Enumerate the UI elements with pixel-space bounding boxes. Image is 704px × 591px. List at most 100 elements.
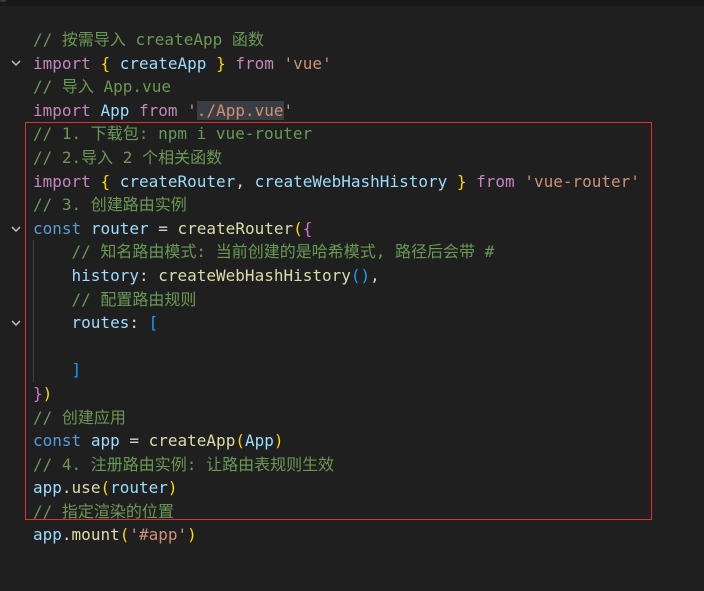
code-token: mount <box>71 525 120 545</box>
code-token: : <box>129 313 149 333</box>
code-line[interactable]: }) <box>0 382 704 406</box>
code-token: ] <box>71 360 82 380</box>
code-token: { <box>302 218 313 238</box>
code-text: // 创建应用 <box>33 406 126 430</box>
code-token: ' <box>187 100 197 120</box>
code-line[interactable]: // 按需导入 createApp 函数 <box>0 28 704 52</box>
code-token: // 2.导入 2 个相关函数 <box>33 147 223 167</box>
code-token: router <box>90 218 149 238</box>
code-token: () <box>350 265 371 285</box>
code-token: // 配置路由规则 <box>71 289 197 309</box>
code-token: // 导入 App.vue <box>33 77 171 97</box>
code-token: { <box>100 53 111 73</box>
code-token: ( <box>119 525 130 545</box>
code-text: import { createApp } from 'vue' <box>33 52 332 76</box>
code-line[interactable]: // 指定渲染的位置 <box>0 500 704 524</box>
code-line[interactable]: // 4. 注册路由实例: 让路由表规则生效 <box>0 453 704 477</box>
editor-top-bar <box>0 0 704 6</box>
code-text: import { createRouter, createWebHashHist… <box>33 170 640 194</box>
code-token: // 按需导入 createApp 函数 <box>33 30 264 49</box>
code-token: from <box>138 100 178 120</box>
code-line[interactable]: // 3. 创建路由实例 <box>0 193 704 217</box>
code-line[interactable]: import { createApp } from 'vue' <box>0 52 704 76</box>
code-line[interactable]: import { createRouter, createWebHashHist… <box>0 170 704 194</box>
code-line[interactable] <box>0 335 704 359</box>
code-token: 'vue' <box>283 53 332 73</box>
code-editor[interactable]: // 按需导入 createApp 函数 import { createApp }… <box>0 28 704 547</box>
code-token: from <box>476 171 515 191</box>
code-token: App <box>100 100 130 120</box>
code-line[interactable]: // 知名路由模式: 当前创建的是哈希模式, 路径后会带 # <box>0 240 704 264</box>
code-token: // 创建应用 <box>33 407 126 427</box>
code-token: '#app' <box>129 525 188 545</box>
code-token: ) <box>273 431 284 451</box>
code-token: history <box>71 265 139 285</box>
code-line[interactable]: const router = createRouter({ <box>0 217 704 241</box>
code-token: . <box>61 478 72 498</box>
code-text: // 按需导入 createApp 函数 <box>33 28 264 52</box>
code-token: } <box>456 171 467 191</box>
code-line[interactable]: ] <box>0 358 704 382</box>
code-line[interactable]: routes: [ <box>0 311 704 335</box>
code-line[interactable]: // 1. 下载包: npm i vue-router <box>0 122 704 146</box>
code-token: // 3. 创建路由实例 <box>33 195 187 215</box>
code-token: ) <box>42 383 53 403</box>
code-text: // 知名路由模式: 当前创建的是哈希模式, 路径后会带 # <box>33 240 495 264</box>
code-line[interactable]: // 2.导入 2 个相关函数 <box>0 146 704 170</box>
code-token: use <box>71 478 101 498</box>
code-token: ./App.vue <box>196 100 284 120</box>
code-line[interactable]: history: createWebHashHistory(), <box>0 264 704 288</box>
code-text: import App from './App.vue' <box>33 99 293 123</box>
code-token: : <box>138 265 159 285</box>
code-text: app.mount('#app') <box>33 523 197 547</box>
code-token: ( <box>235 431 245 451</box>
code-line[interactable]: // 创建应用 <box>0 406 704 430</box>
fold-chevron-icon[interactable] <box>8 217 24 241</box>
code-token: createRouter <box>177 218 294 238</box>
code-token: app <box>33 478 62 498</box>
code-token: const <box>33 218 82 238</box>
code-token: App <box>244 431 274 451</box>
code-token: createApp <box>148 431 236 451</box>
fold-chevron-icon[interactable] <box>8 52 24 76</box>
code-token: createWebHashHistory <box>254 171 448 191</box>
code-line[interactable]: const app = createApp(App) <box>0 429 704 453</box>
code-token: const <box>33 431 82 451</box>
code-token: // 知名路由模式: 当前创建的是哈希模式, 路径后会带 # <box>71 242 495 262</box>
code-token: import <box>33 100 91 120</box>
code-text: // 指定渲染的位置 <box>33 500 174 524</box>
code-token: import <box>33 53 91 73</box>
code-token: createWebHashHistory <box>158 265 351 285</box>
code-line[interactable]: // 导入 App.vue <box>0 75 704 99</box>
code-line[interactable]: app.mount('#app') <box>0 523 704 547</box>
code-token: createRouter <box>119 171 236 191</box>
partial-icon <box>0 0 6 2</box>
code-token: = <box>148 218 178 238</box>
code-token: ) <box>167 478 178 498</box>
code-token: } <box>216 53 226 73</box>
code-text: ] <box>33 358 82 382</box>
code-line[interactable]: app.use(router) <box>0 476 704 500</box>
code-text: app.use(router) <box>33 476 178 500</box>
code-text: routes: [ <box>33 311 159 335</box>
code-text: history: createWebHashHistory(), <box>33 264 380 288</box>
code-token: import <box>33 171 91 191</box>
fold-chevron-icon[interactable] <box>8 311 24 335</box>
code-token: ' <box>283 100 294 120</box>
code-line[interactable]: // 配置路由规则 <box>0 288 704 312</box>
code-token: 'vue-router' <box>524 171 640 191</box>
code-token: [ <box>148 313 159 333</box>
code-line[interactable]: import App from './App.vue' <box>0 99 704 123</box>
